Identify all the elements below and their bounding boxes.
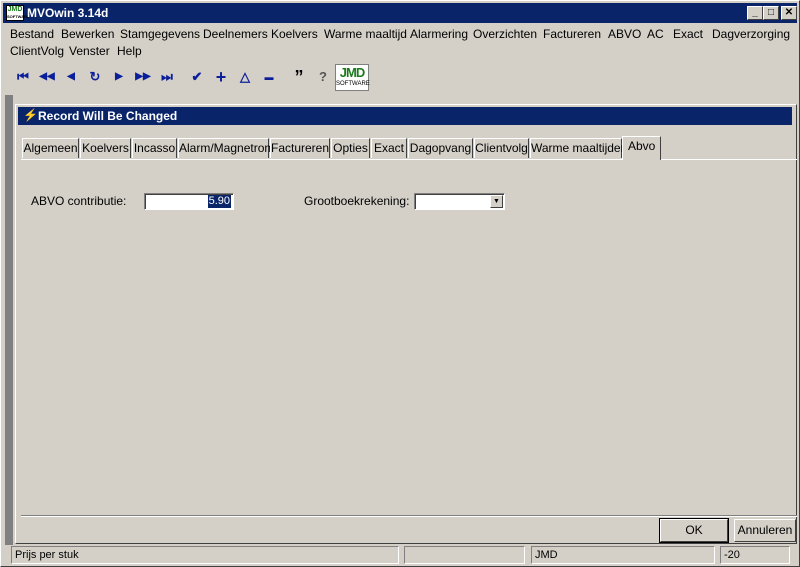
jmd-software-button[interactable]: JMD SOFTWARE (335, 64, 370, 91)
app-window: JMD SOFTWARE MVOwin 3.14d _ □ ✕ Bestand … (0, 0, 800, 567)
status-code: -20 (720, 546, 790, 564)
menu-clientvolg[interactable]: ClientVolg (10, 44, 64, 58)
tab-opties[interactable]: Opties (331, 138, 370, 158)
menu-factureren[interactable]: Factureren (543, 27, 601, 41)
tab-koelvers[interactable]: Koelvers (80, 138, 131, 158)
grootboek-select[interactable]: ▼ (414, 193, 505, 210)
menu-alarmering[interactable]: Alarmering (410, 27, 468, 41)
title-bar[interactable]: JMD SOFTWARE MVOwin 3.14d _ □ ✕ (3, 3, 797, 23)
tab-alarm-magnetron[interactable]: Alarm/Magnetron (178, 138, 271, 158)
edit-triangle-icon[interactable]: △ (235, 67, 255, 87)
contributie-label: ABVO contributie: (31, 194, 127, 208)
menu-stamgegevens[interactable]: Stamgegevens (120, 27, 200, 41)
mdi-client-edge (5, 95, 13, 545)
tab-warme-maaltijden[interactable]: Warme maaltijden (530, 138, 627, 158)
cancel-button[interactable]: Annuleren (734, 519, 796, 542)
status-hint: Prijs per stuk (11, 546, 399, 564)
menu-ac[interactable]: AC (647, 27, 664, 41)
grootboek-label: Grootboekrekening: (304, 194, 410, 208)
first-record-icon[interactable]: ⏮ (13, 67, 33, 87)
app-logo-icon[interactable]: JMD SOFTWARE (6, 5, 30, 21)
ok-button[interactable]: OK (659, 518, 729, 543)
chevron-down-icon[interactable]: ▼ (490, 195, 503, 208)
app-logo-top: JMD (7, 6, 23, 13)
tab-incasso[interactable]: Incasso (132, 138, 177, 158)
menu-overzichten[interactable]: Overzichten (473, 27, 537, 41)
tab-exact[interactable]: Exact (371, 138, 407, 158)
maximize-button[interactable]: □ (763, 6, 779, 20)
prior-page-icon[interactable]: ◀◀ (37, 67, 57, 87)
jmd-logo-text: JMD (339, 65, 365, 80)
minimize-button[interactable]: _ (747, 6, 763, 20)
post-check-icon[interactable]: ✔ (187, 67, 207, 87)
contributie-input[interactable]: 5.90 (144, 193, 234, 210)
tab-factureren[interactable]: Factureren (270, 138, 330, 158)
abvo-tab-panel: ABVO contributie: 5.90 Grootboekrekening… (21, 159, 797, 515)
menu-dagverzorging[interactable]: Dagverzorging (712, 27, 790, 41)
refresh-icon[interactable]: ↻ (85, 67, 105, 87)
prior-record-icon[interactable]: ◀ (61, 67, 81, 87)
menu-exact[interactable]: Exact (673, 27, 703, 41)
menu-koelvers[interactable]: Koelvers (271, 27, 318, 41)
status-user: JMD (531, 546, 715, 564)
menu-warme-maaltijd[interactable]: Warme maaltijd (324, 27, 407, 41)
tab-dagopvang[interactable]: Dagopvang (408, 138, 473, 158)
quote-icon[interactable]: ” (289, 67, 309, 87)
menu-abvo[interactable]: ABVO (608, 27, 641, 41)
child-title-bar[interactable]: ⚡ Record Will Be Changed (18, 107, 792, 125)
lightning-icon: ⚡ (23, 108, 38, 122)
menu-bestand[interactable]: Bestand (10, 27, 54, 41)
menu-help[interactable]: Help (117, 44, 142, 58)
tab-abvo[interactable]: Abvo (622, 136, 661, 160)
menu-deelnemers[interactable]: Deelnemers (203, 27, 268, 41)
menu-venster[interactable]: Venster (69, 44, 110, 58)
next-record-icon[interactable]: ▶ (109, 67, 129, 87)
insert-plus-icon[interactable]: + (211, 67, 231, 87)
help-question-icon[interactable]: ? (313, 67, 333, 87)
tab-algemeen[interactable]: Algemeen (22, 138, 79, 158)
toolbar: ⏮ ◀◀ ◀ ↻ ▶ ▶▶ ⏭ ✔ + △ ▬ ” ? JMD SOFTWARE (3, 63, 797, 93)
next-page-icon[interactable]: ▶▶ (133, 67, 153, 87)
close-button[interactable]: ✕ (781, 6, 797, 20)
child-window-title: Record Will Be Changed (38, 109, 178, 123)
window-title: MVOwin 3.14d (27, 6, 109, 20)
jmd-logo-subtext: SOFTWARE (336, 81, 370, 87)
contributie-value: 5.90 (207, 195, 231, 208)
status-field-2 (404, 546, 525, 564)
button-divider (21, 515, 797, 517)
tab-clientvolg[interactable]: Clientvolg (474, 138, 529, 158)
delete-dash-icon[interactable]: ▬ (259, 67, 279, 87)
menu-bar: Bestand Bewerken Stamgegevens Deelnemers… (3, 24, 797, 60)
menu-bewerken[interactable]: Bewerken (61, 27, 114, 41)
last-record-icon[interactable]: ⏭ (157, 67, 177, 87)
